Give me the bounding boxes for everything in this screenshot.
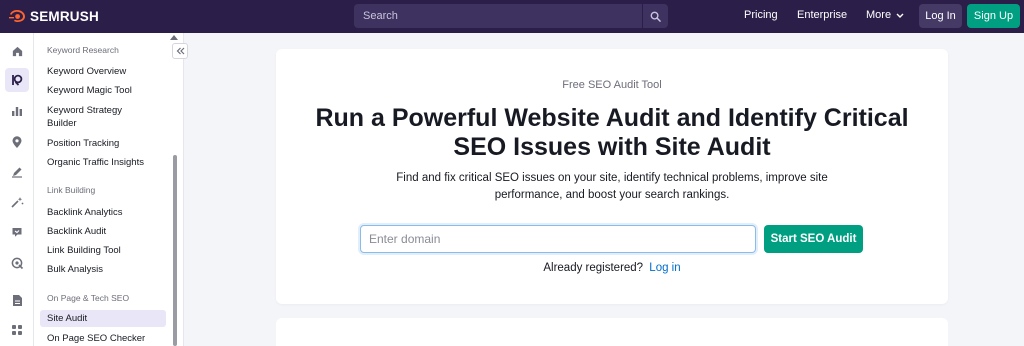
- local-icon[interactable]: [5, 130, 29, 154]
- sidebar-item-keyword-strategy-builder[interactable]: Keyword Strategy Builder: [47, 104, 137, 130]
- login-link[interactable]: Log in: [649, 262, 680, 274]
- ai-icon[interactable]: [5, 190, 29, 214]
- sidebar-heading-on-page: On Page & Tech SEO: [47, 293, 130, 303]
- nav-more[interactable]: More: [866, 9, 904, 21]
- collapse-sidebar-button[interactable]: [172, 43, 188, 59]
- audit-hero-card: Free SEO Audit Tool Run a Powerful Websi…: [276, 49, 948, 304]
- page-description: Find and fix critical SEO issues on your…: [396, 172, 828, 201]
- semrush-logo[interactable]: SEMRUSH: [8, 8, 99, 24]
- sidebar-item-on-page-seo-checker[interactable]: On Page SEO Checker: [47, 332, 167, 345]
- login-button[interactable]: Log In: [919, 4, 962, 28]
- search-input[interactable]: Search: [354, 10, 642, 22]
- apps-icon[interactable]: [5, 318, 29, 342]
- sidebar-item-organic-traffic-insights[interactable]: Organic Traffic Insights: [47, 156, 167, 169]
- already-registered-text: Already registered?: [543, 262, 644, 274]
- sidebar-heading-link-building: Link Building: [47, 185, 96, 195]
- nav-pricing[interactable]: Pricing: [744, 9, 778, 21]
- eyebrow-label: Free SEO Audit Tool: [562, 79, 662, 91]
- sidebar-item-keyword-overview[interactable]: Keyword Overview: [47, 65, 167, 78]
- analytics-icon[interactable]: [5, 99, 29, 123]
- search-icon[interactable]: [642, 4, 668, 28]
- seo-icon[interactable]: [5, 68, 29, 92]
- domain-input[interactable]: [360, 225, 756, 253]
- chevron-down-icon: [896, 13, 904, 18]
- ads-icon[interactable]: [5, 251, 29, 275]
- top-bar: SEMRUSH Search Pricing Enterprise More L…: [0, 0, 1024, 33]
- social-icon[interactable]: [5, 220, 29, 244]
- sidebar-heading-keyword-research: Keyword Research: [47, 45, 119, 55]
- sidebar-item-link-building-tool[interactable]: Link Building Tool: [47, 244, 167, 257]
- icon-rail: [0, 33, 34, 346]
- signup-button[interactable]: Sign Up: [967, 4, 1020, 28]
- already-registered-row: Already registered? Log in: [276, 262, 948, 274]
- reports-icon[interactable]: [5, 288, 29, 312]
- brand-name: SEMRUSH: [30, 8, 99, 24]
- start-seo-audit-button[interactable]: Start SEO Audit: [764, 225, 863, 253]
- sidebar-item-backlink-audit[interactable]: Backlink Audit: [47, 225, 167, 238]
- home-icon[interactable]: [5, 39, 29, 63]
- content-icon[interactable]: [5, 160, 29, 184]
- nav-enterprise[interactable]: Enterprise: [797, 9, 847, 21]
- scroll-up-arrow-icon[interactable]: [170, 35, 178, 40]
- semrush-flame-icon: [9, 10, 25, 22]
- double-chevron-left-icon: [176, 47, 184, 55]
- secondary-card: [276, 318, 948, 346]
- sidebar-item-site-audit[interactable]: Site Audit: [40, 310, 166, 327]
- nav-more-label: More: [866, 9, 892, 21]
- page-title: Run a Powerful Website Audit and Identif…: [315, 104, 909, 161]
- sidebar-item-backlink-analytics[interactable]: Backlink Analytics: [47, 206, 167, 219]
- global-search[interactable]: Search: [354, 4, 668, 28]
- sidebar: Keyword Research Keyword Overview Keywor…: [34, 33, 184, 346]
- sidebar-scrollbar[interactable]: [173, 155, 177, 346]
- sidebar-item-bulk-analysis[interactable]: Bulk Analysis: [47, 263, 167, 276]
- sidebar-item-keyword-magic-tool[interactable]: Keyword Magic Tool: [47, 84, 167, 97]
- sidebar-item-position-tracking[interactable]: Position Tracking: [47, 137, 167, 150]
